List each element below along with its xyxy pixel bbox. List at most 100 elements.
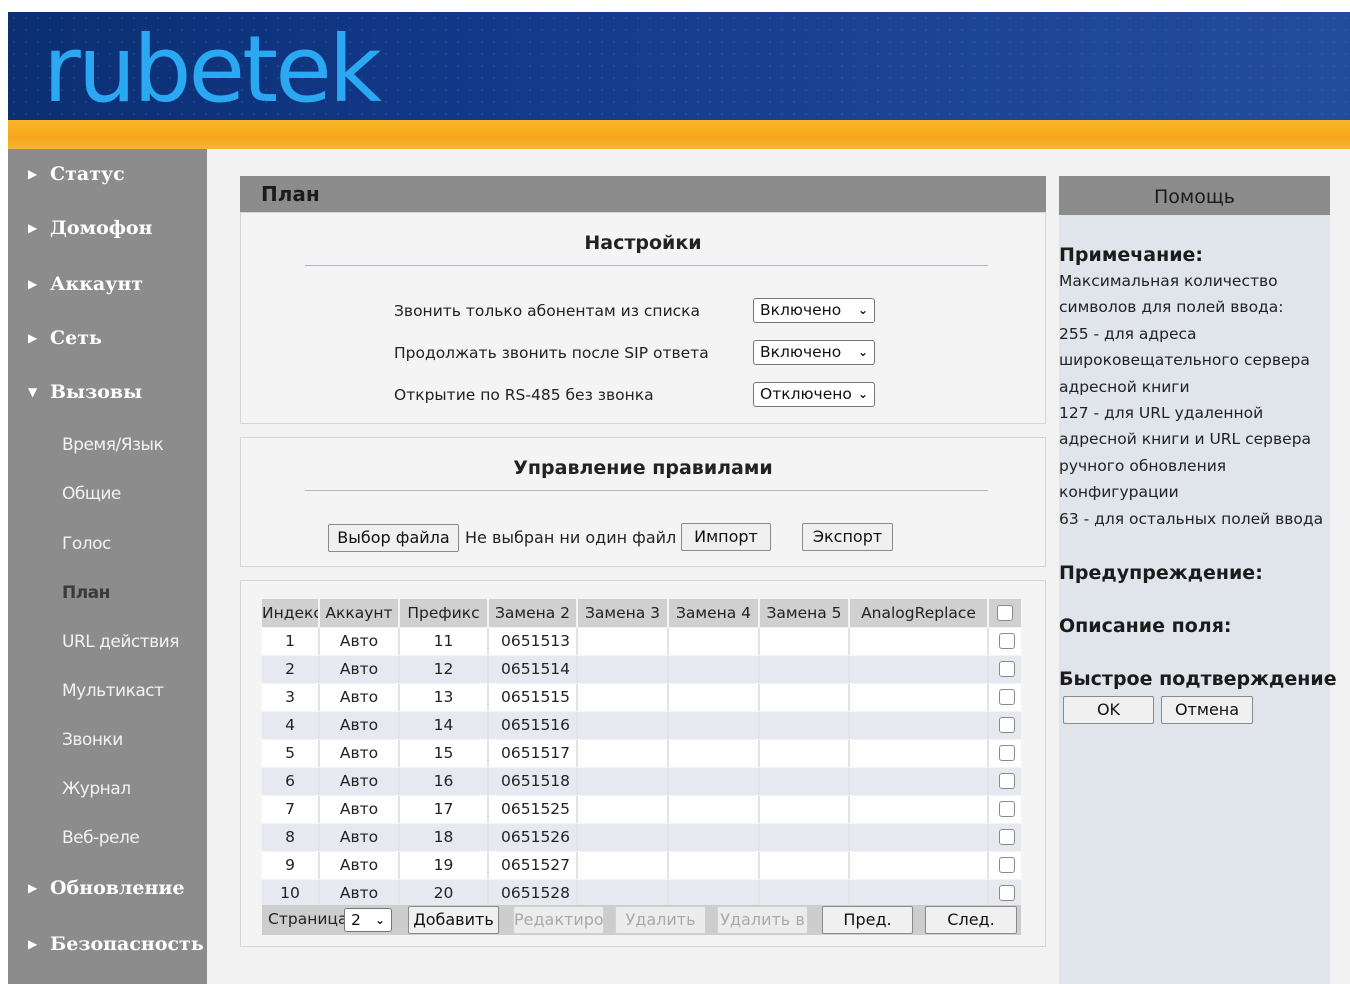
sidebar-subitem-general[interactable]: Общие (62, 484, 121, 504)
ok-button[interactable]: OK (1063, 696, 1154, 724)
column-separator (848, 656, 850, 683)
column-separator (667, 656, 669, 683)
table-cell: 0651525 (501, 800, 571, 818)
column-header-select (989, 599, 1021, 627)
row-checkbox[interactable] (999, 773, 1015, 789)
table-cell: 6 (285, 772, 295, 790)
table-cell: 18 (433, 828, 454, 846)
column-separator (848, 768, 850, 795)
column-separator (848, 880, 850, 907)
add-button[interactable]: Добавить (408, 906, 499, 934)
column-separator (667, 824, 669, 851)
column-separator (576, 880, 578, 907)
row-checkbox[interactable] (999, 857, 1015, 873)
prev-page-button[interactable]: Пред. (822, 906, 913, 934)
expand-arrow-icon: ▶ (28, 881, 38, 895)
table-pager: Страница 2 ⌄ Добавить Редактиро Удалить … (262, 905, 1021, 935)
column-separator (987, 824, 989, 851)
column-separator (576, 656, 578, 683)
column-header: Аккаунт (320, 599, 398, 627)
continue-after-sip-select[interactable]: Включено ⌄ (753, 340, 875, 365)
page-title: План (261, 182, 320, 206)
column-header: Замена 2 (489, 599, 576, 627)
column-separator (487, 684, 489, 711)
sidebar: ▶ Статус ▶ Домофон ▶ Аккаунт ▶ Сеть ▼ Вы… (8, 149, 207, 984)
continue-after-sip-label: Продолжать звонить после SIP ответа (394, 344, 709, 362)
column-separator (987, 684, 989, 711)
table-cell: Авто (339, 772, 379, 790)
no-file-label: Не выбран ни один файл (465, 528, 677, 547)
table-cell: Авто (339, 800, 379, 818)
chevron-down-icon: ⌄ (857, 387, 868, 401)
column-separator (576, 768, 578, 795)
header-gold-bar (8, 120, 1350, 149)
column-separator (487, 712, 489, 739)
export-button[interactable]: Экспорт (802, 523, 893, 551)
column-separator (987, 768, 989, 795)
row-checkbox[interactable] (999, 885, 1015, 901)
import-button[interactable]: Импорт (681, 523, 771, 551)
column-separator (667, 628, 669, 655)
rs485-open-select[interactable]: Отключено ⌄ (753, 382, 875, 407)
column-separator (758, 768, 760, 795)
call-list-only-select[interactable]: Включено ⌄ (753, 298, 875, 323)
column-separator (848, 712, 850, 739)
column-header: AnalogReplace (850, 599, 987, 627)
column-separator (848, 852, 850, 879)
column-separator (758, 684, 760, 711)
column-separator (667, 740, 669, 767)
row-checkbox[interactable] (999, 689, 1015, 705)
column-separator (848, 740, 850, 767)
table-cell: 12 (433, 660, 454, 678)
note-line: Максимальная количество (1059, 272, 1278, 290)
column-separator (758, 712, 760, 739)
column-separator (487, 880, 489, 907)
chevron-down-icon: ⌄ (857, 303, 868, 317)
sidebar-subitem-plan[interactable]: План (62, 583, 110, 603)
sidebar-subitem-time-lang[interactable]: Время/Язык (62, 435, 164, 455)
next-page-button[interactable]: След. (925, 906, 1017, 934)
delete-all-button[interactable]: Удалить в (717, 906, 808, 934)
select-all-checkbox[interactable] (997, 605, 1013, 621)
sidebar-subitem-voice[interactable]: Голос (62, 534, 111, 554)
row-checkbox[interactable] (999, 801, 1015, 817)
table-cell: 0651518 (501, 772, 571, 790)
row-checkbox[interactable] (999, 745, 1015, 761)
row-checkbox[interactable] (999, 661, 1015, 677)
expand-arrow-icon: ▶ (28, 331, 38, 345)
note-line: символов для полей ввода: (1059, 298, 1284, 316)
cancel-button[interactable]: Отмена (1161, 696, 1253, 724)
column-separator (758, 628, 760, 655)
table-cell: Авто (339, 716, 379, 734)
column-separator (758, 796, 760, 823)
page-select[interactable]: 2 ⌄ (344, 908, 392, 932)
table-cell: 0651527 (501, 856, 571, 874)
table-cell: 0651513 (501, 632, 571, 650)
row-checkbox[interactable] (999, 829, 1015, 845)
column-separator (576, 628, 578, 655)
chevron-down-icon: ⌄ (374, 913, 385, 927)
sidebar-subitem-multicast[interactable]: Мультикаст (62, 681, 164, 701)
sidebar-subitem-action-url[interactable]: URL действия (62, 632, 179, 652)
row-checkbox[interactable] (999, 633, 1015, 649)
sidebar-subitem-web-relay[interactable]: Веб-реле (62, 828, 140, 848)
delete-button[interactable]: Удалить (615, 906, 706, 934)
note-line: 255 - для адреса (1059, 325, 1197, 343)
column-separator (667, 852, 669, 879)
sidebar-subitem-journal[interactable]: Журнал (62, 779, 131, 799)
column-header: Префикс (400, 599, 487, 627)
column-separator (987, 796, 989, 823)
row-checkbox[interactable] (999, 717, 1015, 733)
sidebar-subitem-calls-log[interactable]: Звонки (62, 730, 123, 750)
column-header: Индекс (262, 599, 318, 627)
edit-button[interactable]: Редактиро (513, 906, 604, 934)
table-cell: 1 (285, 632, 295, 650)
header-banner: rubetek (8, 12, 1350, 149)
column-separator (576, 740, 578, 767)
column-separator (987, 628, 989, 655)
table-cell: 11 (433, 632, 454, 650)
table-cell: 2 (285, 660, 295, 678)
column-separator (576, 684, 578, 711)
choose-file-button[interactable]: Выбор файла (328, 524, 459, 552)
table-cell: 0651515 (501, 688, 571, 706)
